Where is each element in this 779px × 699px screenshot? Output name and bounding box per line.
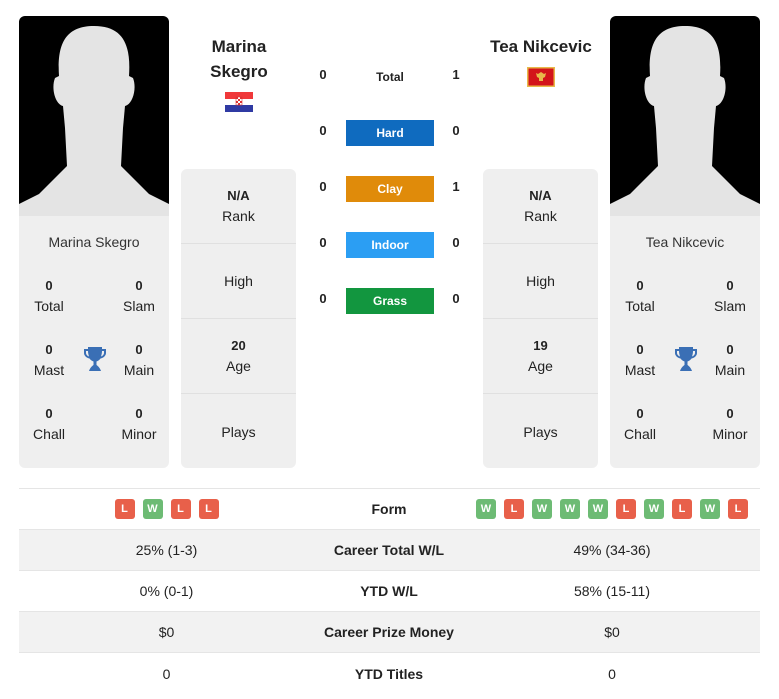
form-row: LWLL Form WLWWWLWLWL <box>19 489 760 530</box>
montenegro-flag-icon <box>527 67 555 87</box>
h2h-grass-p2: 0 <box>452 291 460 306</box>
surface-clay-button[interactable]: Clay <box>346 176 434 202</box>
player1-card: Marina Skegro 0 Total 0 Slam 0 Mast 0 Main 0… <box>19 216 169 468</box>
player1-value: 0 <box>162 665 171 682</box>
player2-form: WLWWWLWLWL <box>464 499 760 519</box>
silhouette-icon <box>19 26 169 216</box>
player1-info-panel: N/A Rank High 20 Age Plays <box>181 169 296 468</box>
player2-rank: N/A Rank <box>483 169 598 244</box>
h2h-clay-p1: 0 <box>319 179 327 194</box>
player1-photo <box>19 16 169 216</box>
form-badge-loss[interactable]: L <box>114 499 135 519</box>
player1-stat-slam: 0 Slam <box>123 278 155 314</box>
player1-stat-total: 0 Total <box>34 278 64 314</box>
trophy-icon <box>83 346 107 372</box>
table-row: 0% (0-1) YTD W/L 58% (15-11) <box>19 571 760 612</box>
player1-form: LWLL <box>19 499 314 519</box>
table-row: 0 YTD Titles 0 <box>19 653 760 694</box>
comparison-table: LWLL Form WLWWWLWLWL 25% (1-3) Career To… <box>19 488 760 694</box>
surface-indoor-button[interactable]: Indoor <box>346 232 434 258</box>
player1-value: 25% (1-3) <box>135 542 198 558</box>
h2h-grass-p1: 0 <box>319 291 327 306</box>
row-label: Career Prize Money <box>324 624 454 640</box>
player2-name[interactable]: Tea Nikcevic <box>476 34 606 59</box>
player2-stat-slam: 0 Slam <box>714 278 746 314</box>
player1-card-name: Marina Skegro <box>48 234 140 250</box>
row-label: Career Total W/L <box>333 542 445 558</box>
player2-value: 58% (15-11) <box>573 583 650 599</box>
player1-value: $0 <box>158 624 175 640</box>
player2-age: 19 Age <box>483 319 598 394</box>
table-row: $0 Career Prize Money $0 <box>19 612 760 653</box>
form-badge-loss[interactable]: L <box>504 499 524 519</box>
form-badge-loss[interactable]: L <box>672 499 692 519</box>
player2-card-name: Tea Nikcevic <box>645 234 725 250</box>
player2-photo <box>610 16 760 216</box>
player2-card: Tea Nikcevic 0 Total 0 Slam 0 Mast 0 Main 0C… <box>610 216 760 468</box>
player1-age: 20 Age <box>181 319 296 394</box>
form-badge-win[interactable]: W <box>644 499 664 519</box>
h2h-hard-p1: 0 <box>319 123 327 138</box>
player1-rank: N/A Rank <box>181 169 296 244</box>
form-badge-loss[interactable]: L <box>198 499 219 519</box>
player2-info-panel: N/A Rank High 19 Age Plays <box>483 169 598 468</box>
h2h-hard-p2: 0 <box>452 123 460 138</box>
player1-stat-mast: 0 Mast <box>33 342 65 378</box>
player1-high: High <box>181 244 296 319</box>
h2h-total-label: Total <box>376 70 404 84</box>
player2-high: High <box>483 244 598 319</box>
player1-stat-main: 0 Main <box>123 342 155 378</box>
form-badge-win[interactable]: W <box>588 499 608 519</box>
row-label: YTD W/L <box>360 583 418 599</box>
player2-plays: Plays <box>523 423 558 440</box>
player1-value: 0% (0-1) <box>139 583 194 599</box>
form-badge-win[interactable]: W <box>476 499 496 519</box>
player2-value: 49% (34-36) <box>573 542 651 558</box>
form-label: Form <box>371 501 407 517</box>
player1-stat-minor: 0 Minor <box>121 406 157 442</box>
h2h-total-p1: 0 <box>319 67 327 82</box>
trophy-icon <box>674 346 698 372</box>
surface-grass-button[interactable]: Grass <box>346 288 434 314</box>
h2h-total-p2: 1 <box>452 67 460 82</box>
silhouette-icon <box>610 26 760 216</box>
h2h-clay-p2: 1 <box>452 179 460 194</box>
player2-stat-mast: 0 Mast <box>624 342 656 378</box>
h2h-indoor-p2: 0 <box>452 235 460 250</box>
form-badge-win[interactable]: W <box>142 499 163 519</box>
player1-name[interactable]: Marina Skegro <box>174 34 304 84</box>
player1-plays: Plays <box>221 423 256 440</box>
form-badge-loss[interactable]: L <box>728 499 748 519</box>
player2-stat-chall: 0 Chall <box>624 406 656 442</box>
row-label: YTD Titles <box>354 665 424 682</box>
player2-stat-main: 0 Main <box>714 342 746 378</box>
player2-stat-total: 0 Total <box>625 278 655 314</box>
table-row: 25% (1-3) Career Total W/L 49% (34-36) <box>19 530 760 571</box>
form-badge-win[interactable]: W <box>700 499 720 519</box>
h2h-indoor-p1: 0 <box>319 235 327 250</box>
croatia-flag-icon <box>225 92 253 112</box>
form-badge-win[interactable]: W <box>560 499 580 519</box>
player1-stat-chall: 0 Chall <box>33 406 65 442</box>
form-badge-loss[interactable]: L <box>170 499 191 519</box>
form-badge-loss[interactable]: L <box>616 499 636 519</box>
player2-value: $0 <box>604 624 620 640</box>
form-badge-win[interactable]: W <box>532 499 552 519</box>
player2-value: 0 <box>608 665 616 682</box>
player2-stat-minor: 0 Minor <box>712 406 748 442</box>
surface-hard-button[interactable]: Hard <box>346 120 434 146</box>
